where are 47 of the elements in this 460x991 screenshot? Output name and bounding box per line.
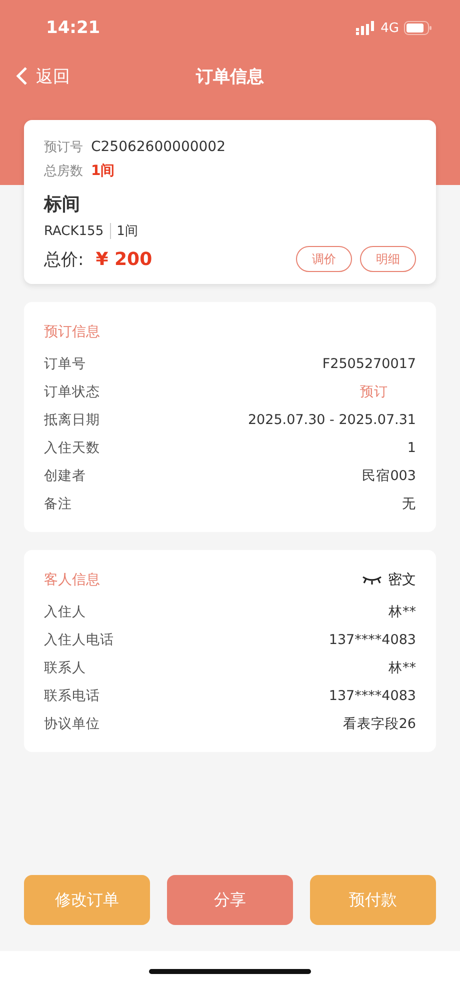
field-value: 2025.07.30 - 2025.07.31 [248, 411, 416, 429]
field-value: 137****4083 [328, 687, 416, 705]
total-label: 总价: [44, 248, 84, 270]
action-button[interactable]: 修改订单 [24, 875, 150, 925]
closed-eye-icon [362, 575, 382, 585]
section-title: 预订信息 [44, 323, 100, 341]
field-value: 1 [407, 439, 416, 457]
field-label: 入住天数 [44, 439, 100, 457]
field-value: F2505270017 [322, 355, 416, 373]
section-title: 客人信息 [44, 571, 100, 589]
field-value: 无 [402, 495, 416, 513]
page-title: 订单信息 [196, 66, 264, 86]
action-button[interactable]: 分享 [167, 875, 293, 925]
field-label: 备注 [44, 495, 72, 513]
field-label: 入住人电话 [44, 631, 114, 649]
field-label: 创建者 [44, 467, 86, 485]
field-label: 联系电话 [44, 687, 100, 705]
field-value: 林** [388, 603, 416, 621]
field-value: 看表字段26 [342, 715, 416, 733]
booking-label: 预订号 [44, 139, 83, 156]
status-value: 预订 [359, 383, 389, 401]
field-label: 抵离日期 [44, 411, 100, 429]
field-label: 订单号 [44, 355, 86, 373]
field-value: 林** [388, 659, 416, 677]
room-type: 标间 [44, 193, 81, 216]
action-button[interactable]: 明细 [360, 246, 416, 272]
status-time: 14:21 [46, 18, 100, 38]
back-icon [16, 66, 28, 86]
field-value: 137****4083 [328, 631, 416, 649]
rate-code: RACK155 [44, 224, 104, 238]
network-label: 4G [380, 20, 399, 36]
total-price: ¥ 200 [96, 248, 152, 270]
signal-icon [356, 21, 376, 35]
action-button[interactable]: 调价 [296, 246, 352, 272]
back-button[interactable]: 返回 [16, 64, 70, 88]
field-label: 协议单位 [44, 715, 100, 733]
field-label: 联系人 [44, 659, 86, 677]
booking-number: C25062600000002 [91, 139, 226, 155]
field-label: 入住人 [44, 603, 86, 621]
room-count: 1间 [116, 223, 138, 240]
field-label: 订单状态 [44, 383, 100, 401]
rooms-count: 1间 [91, 162, 115, 180]
field-value: 民宿003 [362, 467, 416, 485]
action-button[interactable]: 预付款 [310, 875, 436, 925]
cipher-toggle[interactable]: 密文 [362, 571, 416, 589]
rooms-label: 总房数 [44, 163, 83, 180]
battery-icon [404, 21, 432, 35]
